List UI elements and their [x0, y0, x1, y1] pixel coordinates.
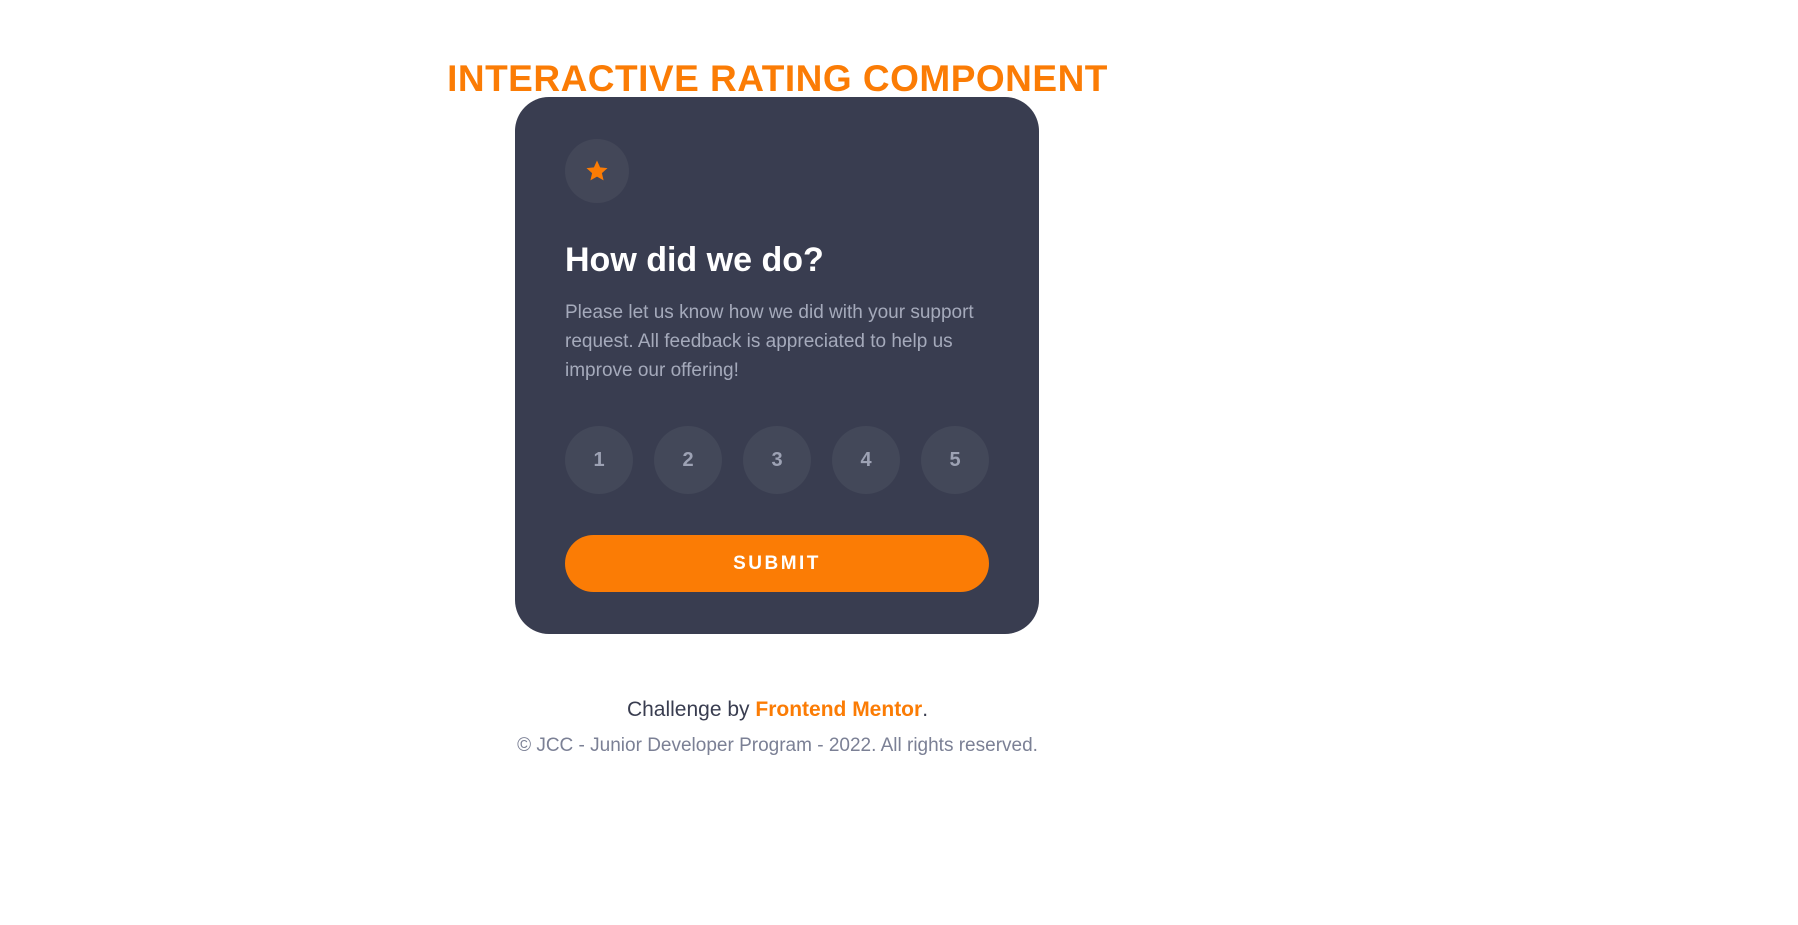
attribution-prefix: Challenge by: [626, 698, 756, 721]
rating-card: How did we do? Please let us know how we…: [515, 97, 1039, 634]
page: INTERACTIVE RATING COMPONENT How did we …: [0, 0, 1798, 925]
submit-button[interactable]: SUBMIT: [565, 535, 989, 592]
star-icon: [586, 160, 608, 181]
attribution: Challenge by Frontend Mentor.: [0, 697, 1555, 723]
frontend-mentor-link[interactable]: Frontend Mentor: [755, 698, 922, 721]
copyright-text: © JCC - Junior Developer Program - 2022.…: [517, 735, 1038, 756]
card-heading: How did we do?: [565, 241, 824, 279]
card-description: Please let us know how we did with your …: [565, 302, 974, 381]
attribution-suffix: .: [922, 698, 929, 721]
rating-button-1[interactable]: 1: [565, 426, 633, 494]
rating-button-3[interactable]: 3: [743, 426, 811, 494]
rating-options: 1 2 3 4 5: [565, 426, 989, 494]
star-badge: [565, 139, 629, 203]
page-title: INTERACTIVE RATING COMPONENT: [447, 57, 1108, 99]
rating-button-5[interactable]: 5: [921, 426, 989, 494]
rating-button-2[interactable]: 2: [654, 426, 722, 494]
rating-button-4[interactable]: 4: [832, 426, 900, 494]
